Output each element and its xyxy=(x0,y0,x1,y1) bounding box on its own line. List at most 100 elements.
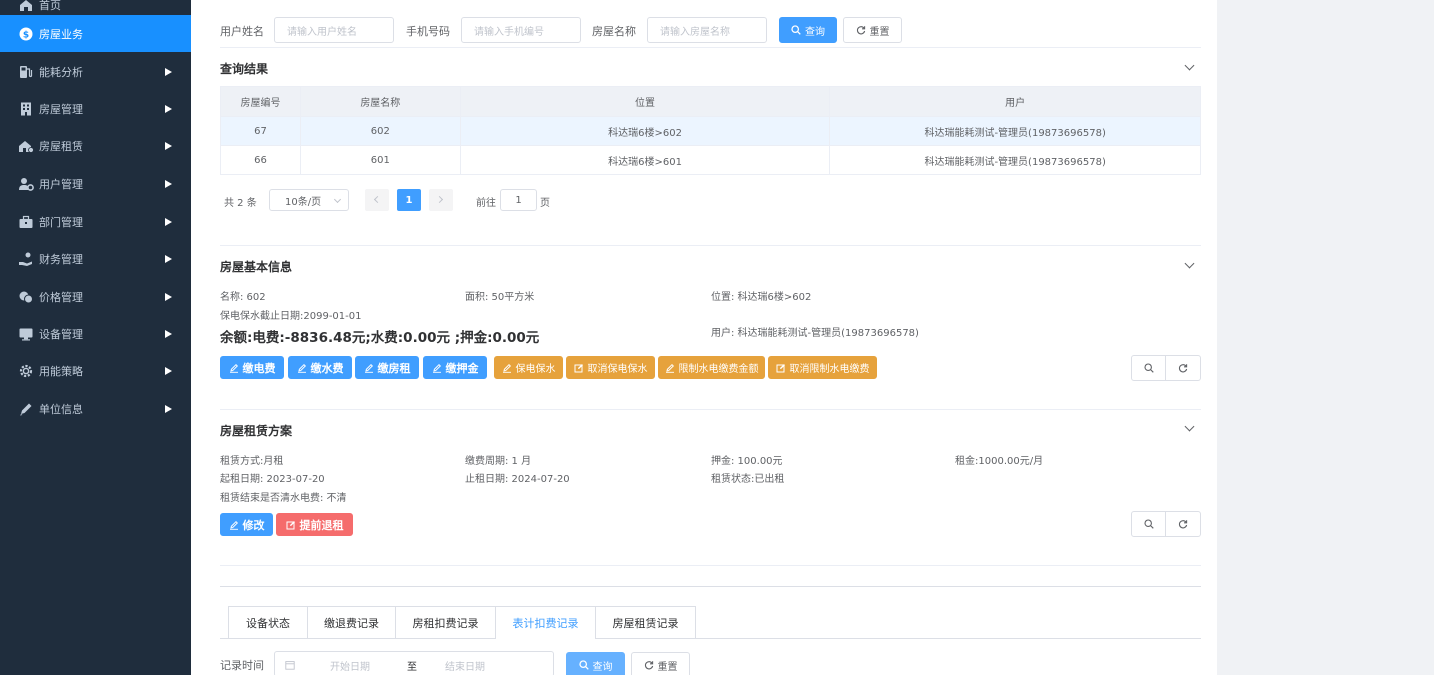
sidebar-item-9[interactable]: 设备管理 xyxy=(0,315,191,352)
edit-rent-button[interactable]: 修改 xyxy=(220,513,273,536)
refresh-button[interactable] xyxy=(1165,511,1201,537)
chevron-down-icon[interactable] xyxy=(1184,60,1195,71)
active-tab-gap xyxy=(496,637,595,640)
refresh-icon xyxy=(856,26,865,35)
house-name-input[interactable]: 请输入房屋名称 xyxy=(647,17,767,43)
reset-label: 重置 xyxy=(869,26,890,38)
chevron-down-icon[interactable] xyxy=(1184,258,1195,269)
sidebar-item-10[interactable]: 用能策略 xyxy=(0,352,191,389)
sidebar-item-11[interactable]: 单位信息 xyxy=(0,390,191,427)
pay-rent-button[interactable]: 缴房租 xyxy=(355,356,419,379)
query-label: 查询 xyxy=(805,26,825,38)
cancel-power-protect-button[interactable]: 取消保电保水 xyxy=(566,356,655,379)
tab-rent-deduction[interactable]: 房租扣费记录 xyxy=(395,606,496,639)
next-page-button[interactable] xyxy=(429,189,453,211)
sidebar-item-8[interactable]: 价格管理 xyxy=(0,278,191,315)
rent-plan-title: 房屋租赁方案 xyxy=(220,424,293,438)
edit-icon xyxy=(574,363,583,372)
tab-device-status[interactable]: 设备状态 xyxy=(228,606,308,639)
tab-meter-deduction[interactable]: 表计扣费记录 xyxy=(495,606,596,639)
cancel-limit-payment-button[interactable]: 取消限制水电缴费 xyxy=(768,356,877,379)
page-number-1[interactable]: 1 xyxy=(397,189,421,211)
caret-right-icon xyxy=(165,366,172,375)
pay-electricity-button[interactable]: 缴电费 xyxy=(220,356,284,379)
terminate-rent-label: 提前退租 xyxy=(299,518,344,532)
limit-payment-button[interactable]: 限制水电缴费金额 xyxy=(658,356,765,379)
caret-right-icon xyxy=(165,67,172,76)
cell-user: 科达瑞能耗测试-管理员(19873696578) xyxy=(829,145,1201,175)
phone-input[interactable]: 请输入手机编号 xyxy=(461,17,581,43)
rent-type-value: 租赁方式:月租 xyxy=(220,456,284,467)
hand-money-icon xyxy=(18,251,34,267)
refresh-icon xyxy=(1178,520,1188,529)
user-name-input[interactable]: 请输入用户姓名 xyxy=(274,17,394,43)
caret-right-icon xyxy=(165,217,172,226)
sidebar-item-label: 部门管理 xyxy=(39,215,83,229)
terminate-rent-button[interactable]: 提前退租 xyxy=(276,513,353,536)
cell-id: 67 xyxy=(220,116,301,146)
divider xyxy=(220,565,1201,566)
rent-value: 租金:1000.00元/月 xyxy=(955,456,1044,467)
chevron-left-icon xyxy=(373,195,382,204)
pen-icon xyxy=(665,363,674,373)
records-query-label: 查询 xyxy=(592,661,613,673)
sidebar-item-2[interactable]: 能耗分析 xyxy=(0,53,191,90)
tab-rent-records[interactable]: 房屋租赁记录 xyxy=(595,606,696,639)
page-size-select[interactable]: 10条/页 xyxy=(269,189,349,211)
sidebar-item-3[interactable]: 房屋管理 xyxy=(0,90,191,127)
pen-icon xyxy=(502,363,511,373)
house-rent-icon xyxy=(18,138,34,154)
record-time-label: 记录时间 xyxy=(220,659,264,672)
search-icon xyxy=(1143,519,1154,529)
prev-page-button[interactable] xyxy=(365,189,389,211)
sidebar-item-1[interactable]: $ 房屋业务 xyxy=(0,15,191,52)
sidebar-item-6[interactable]: 部门管理 xyxy=(0,203,191,240)
user-gear-icon xyxy=(18,176,34,192)
table-row[interactable]: 66 601 科达瑞6楼>601 科达瑞能耗测试-管理员(19873696578… xyxy=(220,145,1201,175)
sidebar-item-5[interactable]: 用户管理 xyxy=(0,165,191,202)
pay-water-button[interactable]: 缴水费 xyxy=(288,356,352,379)
sidebar-item-label: 设备管理 xyxy=(39,327,83,341)
caret-right-icon xyxy=(165,179,172,188)
sidebar-item-label: 财务管理 xyxy=(39,252,83,266)
pay-deposit-button[interactable]: 缴押金 xyxy=(423,356,487,379)
power-protect-button[interactable]: 保电保水 xyxy=(494,356,563,379)
chevron-right-icon xyxy=(435,195,444,204)
cell-id: 66 xyxy=(220,145,301,175)
house-name-label: 房屋名称 xyxy=(592,25,636,38)
goto-page-input[interactable]: 1 xyxy=(500,189,537,211)
house-name-value: 名称: 602 xyxy=(220,292,266,303)
pen-icon xyxy=(432,363,441,373)
chevron-down-icon[interactable] xyxy=(1184,421,1195,432)
search-toggle-button[interactable] xyxy=(1131,511,1166,537)
power-protect-label: 保电保水 xyxy=(515,364,556,375)
pagination-total: 共 2 条 xyxy=(224,198,257,209)
records-reset-button[interactable]: 重置 xyxy=(631,652,690,675)
right-background xyxy=(1217,0,1434,675)
tab-payment-records[interactable]: 缴退费记录 xyxy=(307,606,396,639)
date-range-picker[interactable]: 开始日期 至 结束日期 xyxy=(274,651,554,675)
pay-electricity-label: 缴电费 xyxy=(242,361,276,375)
pay-cycle-value: 缴费周期: 1 月 xyxy=(465,456,532,467)
sidebar-item-4[interactable]: 房屋租赁 xyxy=(0,127,191,164)
search-toggle-button[interactable] xyxy=(1131,355,1166,381)
pen-icon xyxy=(364,363,373,373)
refresh-icon xyxy=(1178,364,1188,373)
cell-name: 601 xyxy=(299,145,461,175)
column-header-user: 用户 xyxy=(829,86,1201,117)
edit-icon xyxy=(776,363,785,372)
end-date-input[interactable]: 结束日期 xyxy=(445,658,485,673)
refresh-button[interactable] xyxy=(1165,355,1201,381)
start-date-input[interactable]: 开始日期 xyxy=(330,658,370,673)
table-row[interactable]: 67 602 科达瑞6楼>602 科达瑞能耗测试-管理员(19873696578… xyxy=(220,116,1201,146)
goto-suffix: 页 xyxy=(540,198,550,209)
divider xyxy=(220,638,1201,639)
cell-name: 602 xyxy=(299,116,461,146)
sidebar-item-7[interactable]: 财务管理 xyxy=(0,240,191,277)
pay-rent-label: 缴房租 xyxy=(377,361,411,375)
records-query-button[interactable]: 查询 xyxy=(566,652,625,675)
pen-icon xyxy=(18,401,34,417)
query-button[interactable]: 查询 xyxy=(779,17,837,43)
reset-button[interactable]: 重置 xyxy=(843,17,902,43)
search-icon xyxy=(578,660,589,670)
